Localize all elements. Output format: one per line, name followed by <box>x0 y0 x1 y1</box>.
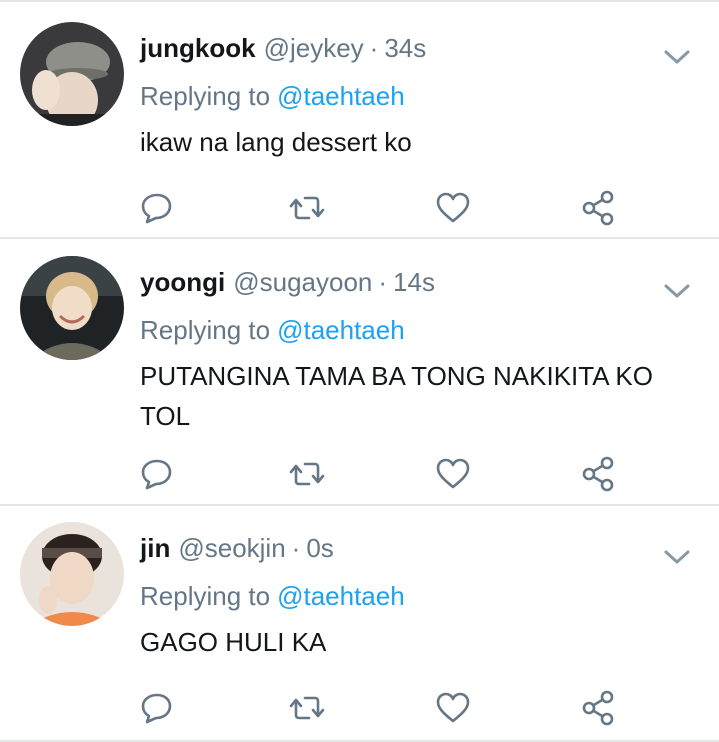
replying-label: Replying to <box>140 81 271 111</box>
tweet-text: GAGO HULI KA <box>140 627 327 657</box>
like-button[interactable] <box>433 454 473 494</box>
separator-dot: · <box>378 267 388 297</box>
avatar[interactable] <box>20 256 124 360</box>
like-button[interactable] <box>433 188 473 228</box>
retweet-icon <box>289 696 325 720</box>
user-handle[interactable]: @seokjin <box>178 530 285 566</box>
tweet-feed: jungkook @jeykey · 34s Replying to @taeht… <box>0 0 719 742</box>
reply-button[interactable] <box>137 454 177 494</box>
heart-icon <box>436 192 470 223</box>
replying-handle-link[interactable]: @taehtaeh <box>277 81 405 111</box>
retweet-icon <box>289 462 325 486</box>
tweet-text: ikaw na lang dessert ko <box>140 127 412 157</box>
tweet-header: yoongi @sugayoon · 14s <box>140 264 435 300</box>
display-name[interactable]: yoongi <box>140 264 225 300</box>
timestamp[interactable]: 0s <box>306 530 333 566</box>
tweet-header: jungkook @jeykey · 34s <box>140 30 426 66</box>
chevron-down-icon[interactable] <box>660 540 694 574</box>
share-icon <box>582 190 614 226</box>
heart-icon <box>436 692 470 723</box>
tweet[interactable]: yoongi @sugayoon · 14s Replying to @taeht… <box>0 236 719 502</box>
tweet-text: PUTANGINA TAMA BA TONG NAKIKITA KO TOL <box>140 361 653 431</box>
tweet-actions <box>0 688 719 728</box>
reply-button[interactable] <box>137 688 177 728</box>
share-button[interactable] <box>578 188 618 228</box>
tweet-actions <box>0 454 719 494</box>
like-button[interactable] <box>433 688 473 728</box>
chevron-down-icon[interactable] <box>660 274 694 308</box>
share-icon <box>582 456 614 492</box>
separator-dot: · <box>291 533 301 563</box>
display-name[interactable]: jungkook <box>140 30 256 66</box>
retweet-button[interactable] <box>287 454 327 494</box>
reply-button[interactable] <box>137 188 177 228</box>
share-button[interactable] <box>578 454 618 494</box>
replying-handle-link[interactable]: @taehtaeh <box>277 315 405 345</box>
tweet-actions <box>0 188 719 228</box>
replying-to: Replying to @taehtaeh <box>140 578 405 614</box>
user-handle[interactable]: @jeykey <box>264 30 364 66</box>
avatar[interactable] <box>20 522 124 626</box>
tweet[interactable]: jungkook @jeykey · 34s Replying to @taeht… <box>0 2 719 268</box>
share-button[interactable] <box>578 688 618 728</box>
chevron-down-icon[interactable] <box>660 40 694 74</box>
speech-bubble-icon <box>141 459 172 490</box>
avatar[interactable] <box>20 22 124 126</box>
timestamp[interactable]: 14s <box>393 264 435 300</box>
retweet-button[interactable] <box>287 688 327 728</box>
heart-icon <box>436 458 470 489</box>
replying-handle-link[interactable]: @taehtaeh <box>277 581 405 611</box>
separator-dot: · <box>369 33 379 63</box>
replying-to: Replying to @taehtaeh <box>140 78 405 114</box>
replying-to: Replying to @taehtaeh <box>140 312 405 348</box>
replying-label: Replying to <box>140 315 271 345</box>
replying-label: Replying to <box>140 581 271 611</box>
tweet[interactable]: jin @seokjin · 0s Replying to @taehtaeh G… <box>0 502 719 742</box>
timestamp[interactable]: 34s <box>384 30 426 66</box>
tweet-header: jin @seokjin · 0s <box>140 530 334 566</box>
share-icon <box>582 690 614 726</box>
user-handle[interactable]: @sugayoon <box>233 264 372 300</box>
retweet-icon <box>289 196 325 220</box>
speech-bubble-icon <box>141 193 172 224</box>
retweet-button[interactable] <box>287 188 327 228</box>
display-name[interactable]: jin <box>140 530 170 566</box>
speech-bubble-icon <box>141 693 172 724</box>
